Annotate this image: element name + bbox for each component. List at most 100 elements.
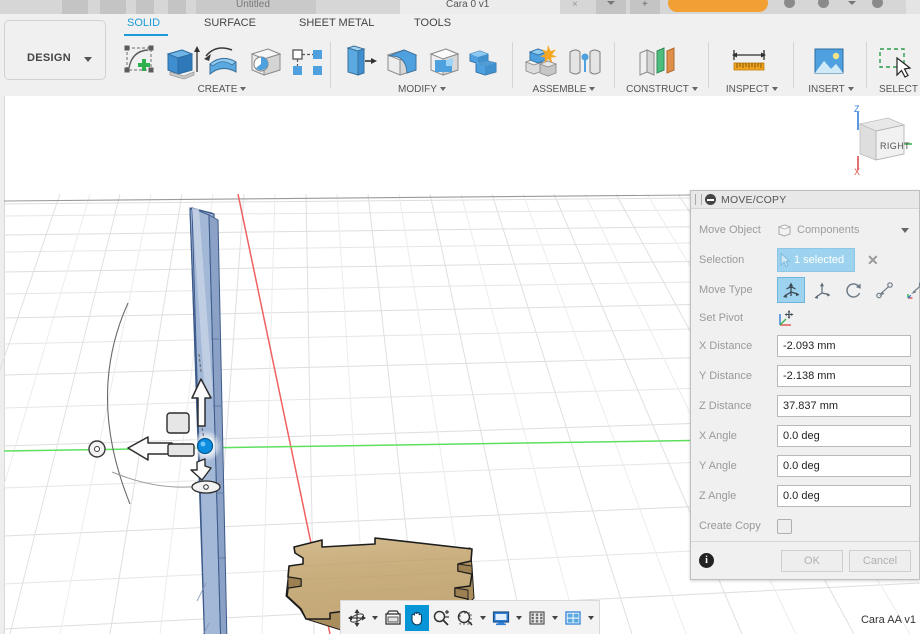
panel-modify-label[interactable]: MODIFY bbox=[338, 84, 506, 95]
info-icon[interactable]: i bbox=[699, 553, 714, 568]
clear-selection-icon[interactable]: ✕ bbox=[867, 252, 879, 269]
shell-icon[interactable] bbox=[422, 42, 464, 82]
panel-divider-5 bbox=[793, 42, 794, 88]
hand-icon bbox=[411, 611, 423, 625]
fusion360-window: Untitled Cara 0 v1 × + DESIGN SOLID SURF… bbox=[0, 0, 920, 634]
tab-solid[interactable]: SOLID bbox=[127, 17, 160, 29]
chevron-down-icon bbox=[607, 1, 615, 5]
z-angle-input[interactable]: 0.0 deg bbox=[777, 485, 911, 507]
measure-icon[interactable] bbox=[728, 42, 770, 82]
row-create-copy: Create Copy bbox=[699, 511, 911, 541]
selection-button[interactable]: 1 selected bbox=[777, 248, 855, 272]
ribbon-toolbar: DESIGN SOLID SURFACE SHEET METAL TOOLS C… bbox=[0, 14, 920, 97]
new-component-icon[interactable] bbox=[520, 42, 562, 82]
monitor-icon bbox=[492, 610, 510, 625]
document-tab-close[interactable]: × bbox=[572, 0, 578, 10]
status-text: Cara AA v1 bbox=[860, 614, 916, 626]
account-avatar[interactable] bbox=[872, 0, 883, 8]
chevron-down-icon-2[interactable] bbox=[848, 1, 856, 5]
x-angle-label: X Angle bbox=[699, 430, 737, 442]
create-copy-checkbox[interactable] bbox=[777, 518, 792, 534]
y-distance-input[interactable]: -2.138 mm bbox=[777, 365, 911, 387]
display-settings-dropdown[interactable] bbox=[513, 605, 525, 631]
panel-create-label[interactable]: CREATE bbox=[118, 84, 326, 95]
tab-surface[interactable]: SURFACE bbox=[204, 17, 256, 29]
panel-divider-3 bbox=[614, 42, 615, 88]
display-settings-button[interactable] bbox=[489, 605, 513, 631]
ok-button[interactable]: OK bbox=[781, 549, 843, 572]
workspace-label: DESIGN bbox=[27, 52, 71, 64]
translate-icon bbox=[813, 282, 830, 299]
panel-select-label[interactable]: SELECT bbox=[872, 84, 920, 95]
grid-snaps-dropdown[interactable] bbox=[549, 605, 561, 631]
press-pull-icon[interactable] bbox=[338, 42, 380, 82]
move-type-label: Move Type bbox=[699, 284, 753, 296]
revolve-icon[interactable] bbox=[202, 42, 244, 82]
move-object-value: Components bbox=[797, 224, 860, 236]
panel-assemble-label[interactable]: ASSEMBLE bbox=[520, 84, 608, 95]
pan-button[interactable] bbox=[405, 604, 429, 631]
dialog-title-bar[interactable]: MOVE/COPY bbox=[691, 191, 919, 209]
combine-icon[interactable] bbox=[464, 42, 506, 82]
orbit-dropdown[interactable] bbox=[369, 605, 381, 631]
extrude-icon[interactable] bbox=[160, 42, 202, 82]
fillet-icon[interactable] bbox=[380, 42, 422, 82]
panel-insert-label[interactable]: INSERT bbox=[800, 84, 862, 95]
move-object-select[interactable]: Components bbox=[777, 220, 911, 240]
plus-icon: + bbox=[642, 0, 648, 10]
tab-stub-2[interactable] bbox=[100, 0, 126, 14]
create-sketch-icon[interactable] bbox=[118, 42, 160, 82]
rotation-arc bbox=[106, 302, 131, 505]
row-z-angle: Z Angle 0.0 deg bbox=[699, 481, 911, 511]
tab-sheet-metal[interactable]: SHEET METAL bbox=[299, 17, 374, 29]
select-icon[interactable] bbox=[874, 42, 916, 82]
row-y-distance: Y Distance -2.138 mm bbox=[699, 361, 911, 391]
z-distance-input[interactable]: 37.837 mm bbox=[777, 395, 911, 417]
move-type-translate-rotate[interactable] bbox=[777, 277, 805, 303]
upgrade-button[interactable] bbox=[668, 0, 768, 12]
selection-value: 1 selected bbox=[794, 254, 845, 266]
zoom-window-button[interactable] bbox=[453, 605, 477, 631]
tab-stub-4[interactable] bbox=[168, 0, 186, 14]
viewports-button[interactable] bbox=[561, 605, 585, 631]
zoom-button[interactable] bbox=[429, 605, 453, 631]
tab-stub-3[interactable] bbox=[136, 0, 154, 14]
dialog-drag-grip[interactable] bbox=[695, 194, 702, 205]
pattern-icon[interactable] bbox=[286, 42, 328, 82]
look-at-button[interactable] bbox=[381, 605, 405, 631]
panel-insert: INSERT bbox=[800, 36, 862, 96]
notifications-icon[interactable] bbox=[784, 0, 795, 8]
insert-image-icon[interactable] bbox=[808, 42, 850, 82]
dialog-collapse-icon[interactable] bbox=[705, 194, 716, 205]
move-type-point-to-position[interactable] bbox=[901, 277, 920, 303]
set-pivot-button[interactable] bbox=[777, 305, 805, 331]
create-copy-label: Create Copy bbox=[699, 520, 761, 532]
grid-icon bbox=[529, 610, 545, 625]
orbit-button[interactable] bbox=[345, 605, 369, 631]
move-type-rotate[interactable] bbox=[839, 277, 867, 303]
move-type-point-to-point[interactable] bbox=[870, 277, 898, 303]
joint-icon[interactable] bbox=[564, 42, 606, 82]
tab-stub-1[interactable] bbox=[62, 0, 88, 14]
x-distance-input[interactable]: -2.093 mm bbox=[777, 335, 911, 357]
panel-select: SELECT bbox=[872, 36, 920, 96]
workspace-switcher[interactable]: DESIGN bbox=[4, 20, 106, 80]
origin-point bbox=[196, 437, 214, 455]
zoom-window-dropdown[interactable] bbox=[477, 605, 489, 631]
offset-plane-icon[interactable] bbox=[636, 42, 678, 82]
component-cube-icon bbox=[777, 223, 792, 237]
x-angle-input[interactable]: 0.0 deg bbox=[777, 425, 911, 447]
viewports-dropdown[interactable] bbox=[585, 605, 597, 631]
help-icon[interactable] bbox=[818, 0, 829, 8]
hole-icon[interactable] bbox=[244, 42, 286, 82]
panel-divider-2 bbox=[512, 42, 513, 88]
panel-construct-label[interactable]: CONSTRUCT bbox=[622, 84, 702, 95]
move-type-translate[interactable] bbox=[808, 277, 836, 303]
grid-snaps-button[interactable] bbox=[525, 605, 549, 631]
panel-inspect-label[interactable]: INSPECT bbox=[716, 84, 788, 95]
panel-assemble: ASSEMBLE bbox=[520, 36, 608, 96]
y-angle-input[interactable]: 0.0 deg bbox=[777, 455, 911, 477]
view-cube[interactable]: Z X RIGHT bbox=[842, 104, 914, 176]
cancel-button[interactable]: Cancel bbox=[849, 549, 911, 572]
tab-tools[interactable]: TOOLS bbox=[414, 17, 451, 29]
